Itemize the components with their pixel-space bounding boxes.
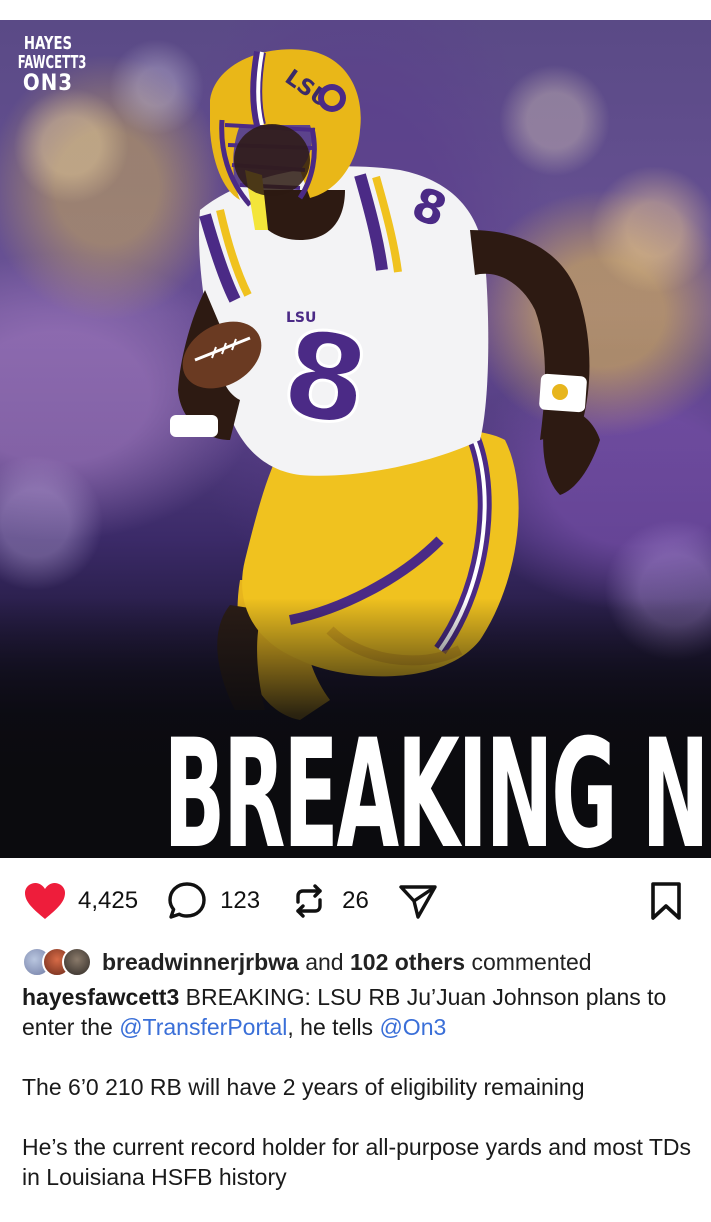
post-caption: hayesfawcett3 BREAKING: LSU RB Ju’Juan J…: [22, 982, 693, 1222]
svg-text:LSU: LSU: [286, 310, 316, 326]
top-status-strip: [0, 0, 711, 20]
share-action[interactable]: [395, 878, 441, 924]
repost-action[interactable]: 26: [286, 878, 369, 924]
caption-username[interactable]: hayesfawcett3: [22, 984, 179, 1010]
caption-paragraph-1: hayesfawcett3 BREAKING: LSU RB Ju’Juan J…: [22, 982, 693, 1042]
caption-text-b: , he tells: [287, 1014, 374, 1040]
avatar: [62, 947, 92, 977]
brand-logo: HAYES FAWCETT3 ON3: [6, 33, 90, 96]
repost-icon[interactable]: [286, 878, 332, 924]
share-send-icon[interactable]: [395, 878, 441, 924]
like-action[interactable]: 4,425: [22, 878, 138, 924]
repost-count: 26: [342, 887, 369, 914]
brand-line-2: FAWCETT3: [17, 52, 87, 73]
commented-suffix: commented: [471, 948, 592, 975]
commented-connector: and: [305, 948, 344, 975]
commented-others[interactable]: 102 others: [350, 949, 465, 976]
action-bar: 4,425 123 26: [22, 875, 689, 927]
commenter-avatars: [22, 947, 92, 977]
comment-action[interactable]: 123: [164, 878, 260, 924]
save-action[interactable]: [643, 878, 689, 924]
commented-summary[interactable]: breadwinnerjrbwa and 102 others commente…: [22, 944, 701, 980]
heart-icon[interactable]: [22, 878, 68, 924]
brand-line-1: HAYES: [23, 33, 73, 54]
mention-on3[interactable]: @On3: [379, 1014, 446, 1040]
post-image[interactable]: 8 8 LSU LSU HAYES FAWCETT3 ON3 BREAKING: [0, 20, 711, 858]
comment-count: 123: [220, 887, 261, 914]
caption-paragraph-2: The 6’0 210 RB will have 2 years of elig…: [22, 1074, 585, 1100]
mention-transferportal[interactable]: @TransferPortal: [119, 1014, 287, 1040]
bookmark-icon[interactable]: [643, 878, 689, 924]
breaking-news-headline: BREAKING NEWS: [163, 708, 711, 858]
commenter-username[interactable]: breadwinnerjrbwa: [102, 949, 299, 976]
like-count: 4,425: [78, 887, 139, 914]
comment-icon[interactable]: [164, 878, 210, 924]
brand-line-3: ON3: [22, 71, 74, 96]
caption-paragraph-3: He’s the current record holder for all-p…: [22, 1134, 692, 1190]
